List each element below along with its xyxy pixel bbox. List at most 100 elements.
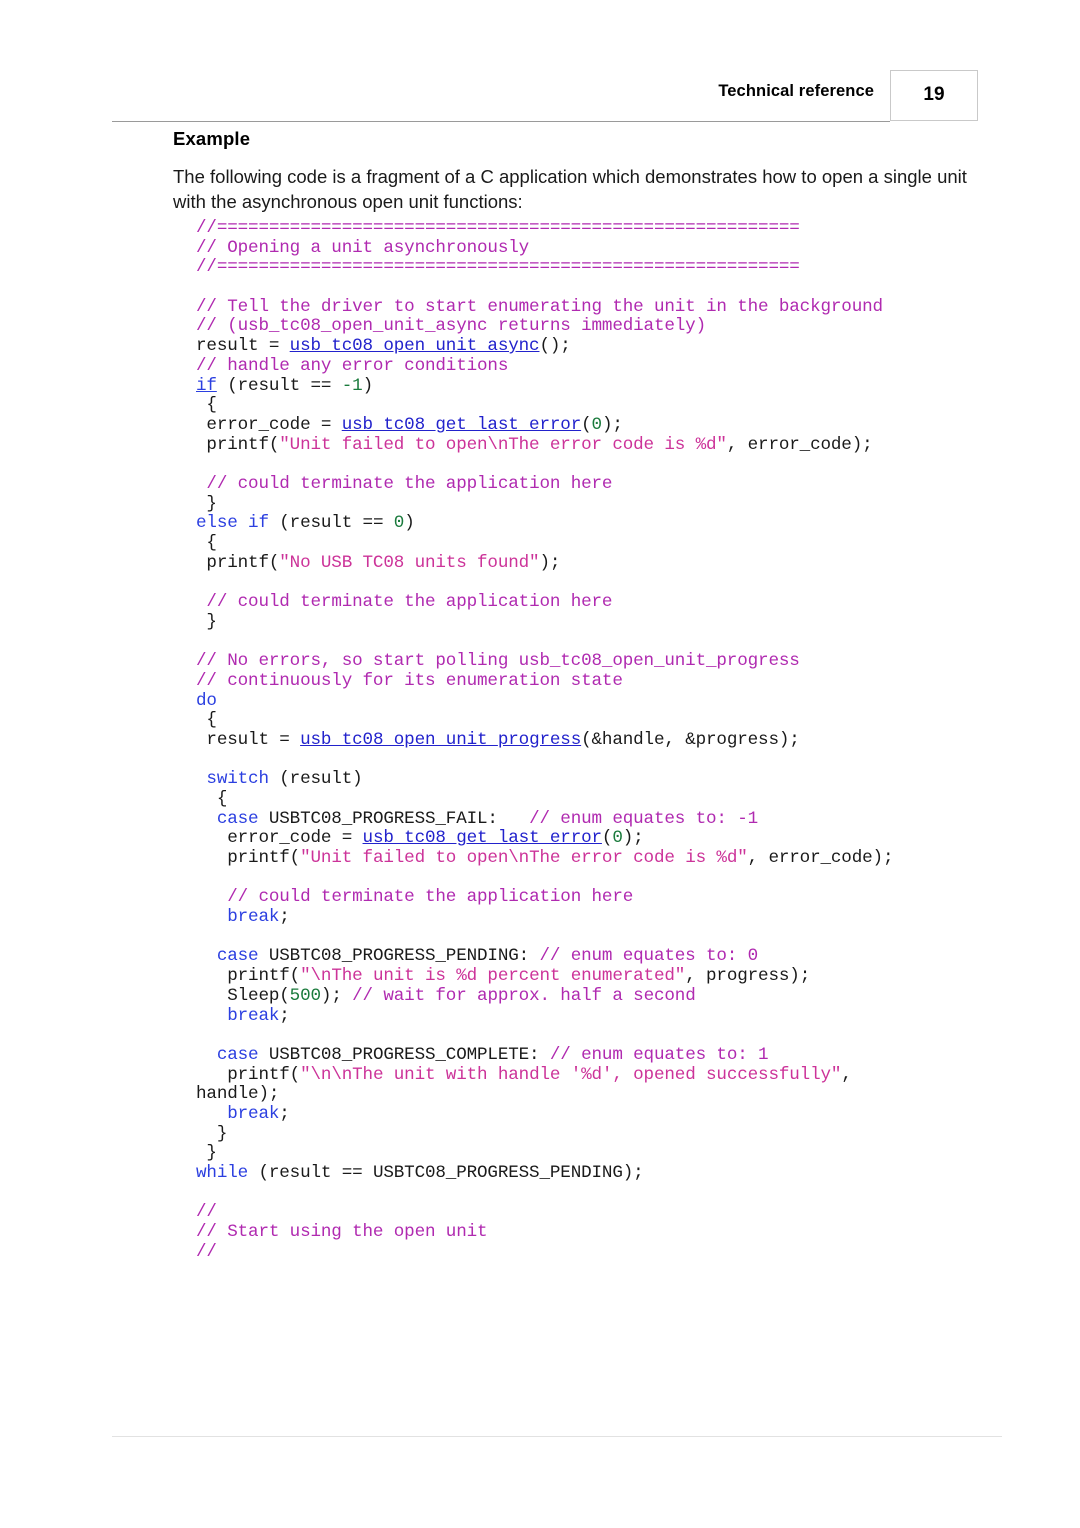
code-comment: // could terminate the application here xyxy=(206,592,613,613)
code-line: while (result == USBTC08_PROGRESS_PENDIN… xyxy=(196,1163,1056,1184)
code-text: (result == USBTC08_PROGRESS_PENDING); xyxy=(248,1163,644,1183)
code-line: break; xyxy=(196,1005,1056,1027)
code-line: // xyxy=(196,1242,1056,1263)
code-comment: // enum equates to: 1 xyxy=(549,1044,769,1065)
code-comment: // could terminate the application here xyxy=(206,473,613,494)
code-text: (result) xyxy=(268,769,363,790)
code-text: ; xyxy=(279,1005,290,1026)
code-line: // could terminate the application here xyxy=(196,592,1056,613)
code-text: , error_code); xyxy=(726,434,873,455)
page-number-box: 19 xyxy=(890,70,978,121)
code-number: 0 xyxy=(612,828,623,849)
code-line: { xyxy=(196,533,1056,554)
code-keyword: else if xyxy=(196,513,269,534)
code-line: { xyxy=(196,788,1056,810)
code-comment: // handle any error conditions xyxy=(196,355,509,376)
code-text: handle); xyxy=(196,1084,280,1105)
code-keyword: while xyxy=(196,1163,249,1183)
code-line: // Opening a unit asynchronously xyxy=(196,237,1056,259)
code-comment: //======================================… xyxy=(196,257,800,278)
code-text: ; xyxy=(279,907,290,928)
code-text: printf( xyxy=(196,434,280,455)
code-comment: // enum equates to: -1 xyxy=(529,808,759,829)
code-line: printf("\nThe unit is %d percent enumera… xyxy=(196,966,1056,987)
code-text: } xyxy=(196,493,217,514)
code-text: (result == xyxy=(268,513,394,534)
code-line: case USBTC08_PROGRESS_PENDING: // enum e… xyxy=(196,947,1056,967)
code-text: ); xyxy=(539,552,561,573)
code-line: handle); xyxy=(196,1084,1056,1105)
code-comment: // Start using the open unit xyxy=(196,1222,488,1243)
header-title: Technical reference xyxy=(718,82,874,100)
code-line: // Tell the driver to start enumerating … xyxy=(196,296,1056,318)
code-line: printf("No USB TC08 units found"); xyxy=(196,552,1056,574)
code-line: // handle any error conditions xyxy=(196,355,1056,377)
code-text: error_code = xyxy=(196,828,363,849)
code-line: case USBTC08_PROGRESS_COMPLETE: // enum … xyxy=(196,1044,1056,1066)
code-text: { xyxy=(196,710,217,731)
code-text: (result == xyxy=(216,375,342,396)
code-text: (); xyxy=(539,336,571,357)
code-comment: // enum equates to: 0 xyxy=(539,946,759,967)
code-text: result = xyxy=(196,729,301,750)
code-function-link[interactable]: usb_tc08_get_last_error xyxy=(363,828,603,848)
code-text: USBTC08_PROGRESS_COMPLETE: xyxy=(258,1044,550,1065)
code-line: do xyxy=(196,690,1056,712)
code-line: printf("Unit failed to open\nThe error c… xyxy=(196,848,1056,869)
code-text: { xyxy=(196,788,228,809)
code-function-link[interactable]: usb_tc08_open_unit_progress xyxy=(300,730,581,750)
code-line: } xyxy=(196,1143,1056,1164)
code-string: "Unit failed to open\nThe error code is … xyxy=(300,848,748,868)
code-text: ) xyxy=(404,513,415,534)
code-keyword: break xyxy=(196,1005,280,1026)
code-keyword: do xyxy=(196,690,217,711)
code-text: ; xyxy=(279,1103,290,1124)
code-line: break; xyxy=(196,1103,1056,1125)
code-string: "No USB TC08 units found" xyxy=(279,552,540,573)
code-listing: //======================================… xyxy=(196,218,1056,1263)
code-line: // xyxy=(196,1203,1056,1223)
code-function-link[interactable]: usb_tc08_open_unit_async xyxy=(290,336,540,356)
code-number: 0 xyxy=(393,513,405,534)
code-text: ); xyxy=(320,985,353,1006)
code-line: result = usb_tc08_open_unit_async(); xyxy=(196,336,1056,357)
code-line: result = usb_tc08_open_unit_progress(&ha… xyxy=(196,729,1056,751)
document-page: Technical reference 19 Example The follo… xyxy=(0,0,1080,1528)
code-text: ); xyxy=(622,828,644,849)
code-line: // could terminate the application here xyxy=(196,473,1056,495)
code-line: } xyxy=(196,493,1056,515)
code-comment: // No errors, so start polling usb_tc08_… xyxy=(196,651,800,672)
page-number: 19 xyxy=(923,84,945,105)
code-text: ( xyxy=(581,414,592,435)
code-line: // No errors, so start polling usb_tc08_… xyxy=(196,651,1056,672)
code-keyword: break xyxy=(196,907,280,928)
code-keyword: case xyxy=(196,1044,259,1065)
code-line: } xyxy=(196,612,1056,633)
code-text: ); xyxy=(601,414,623,435)
code-line: printf("\n\nThe unit with handle '%d', o… xyxy=(196,1065,1056,1086)
code-text: { xyxy=(196,533,217,553)
code-comment: // Tell the driver to start enumerating … xyxy=(196,296,883,317)
code-line: } xyxy=(196,1123,1056,1145)
code-line: printf("Unit failed to open\nThe error c… xyxy=(196,434,1056,456)
code-text: USBTC08_PROGRESS_PENDING: xyxy=(258,946,540,967)
code-function-link[interactable]: usb_tc08_get_last_error xyxy=(342,415,582,435)
code-line: { xyxy=(196,710,1056,731)
code-number: 500 xyxy=(289,985,321,1006)
code-keyword: switch xyxy=(196,769,269,790)
code-text: } xyxy=(196,1123,228,1144)
code-comment: // Opening a unit asynchronously xyxy=(196,237,530,258)
code-line: error_code = usb_tc08_get_last_error(0); xyxy=(196,828,1056,849)
code-line: //======================================… xyxy=(196,258,1056,278)
code-line: //======================================… xyxy=(196,218,1056,239)
code-line: Sleep(500); // wait for approx. half a s… xyxy=(196,985,1056,1007)
code-line: switch (result) xyxy=(196,769,1056,790)
